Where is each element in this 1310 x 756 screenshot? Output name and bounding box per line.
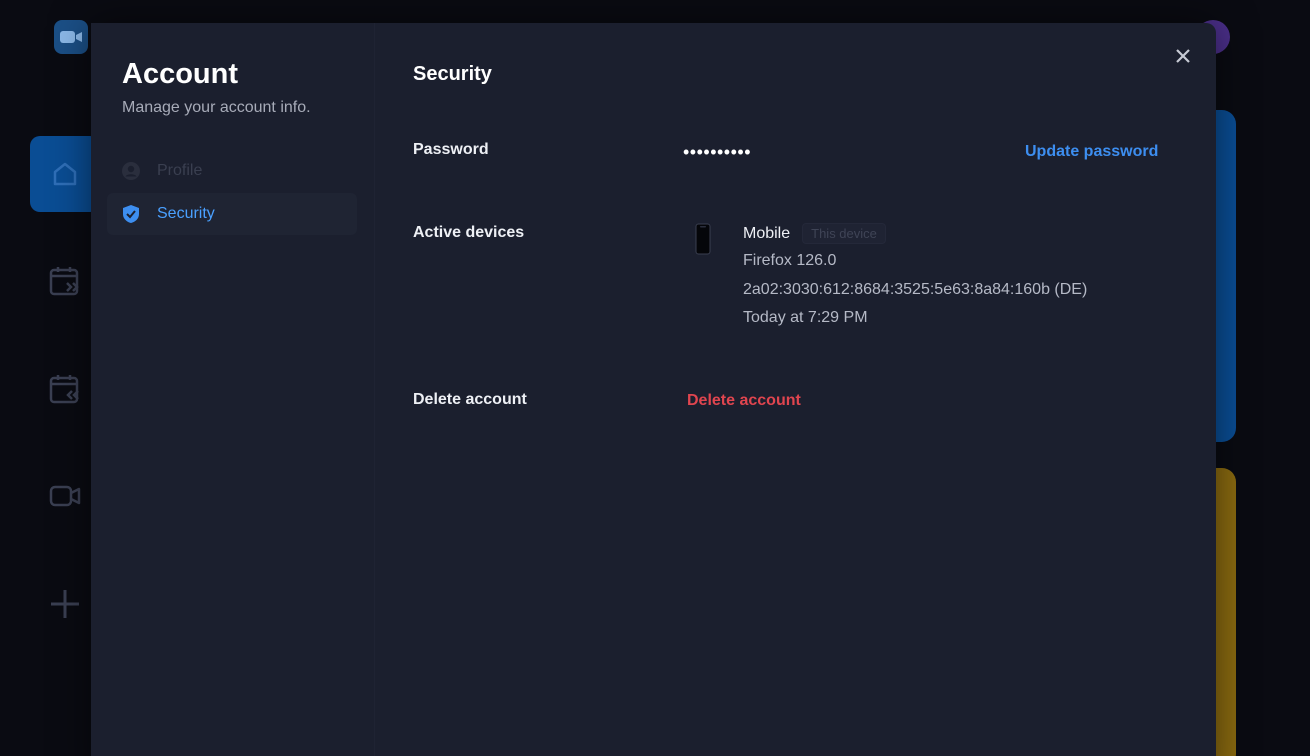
device-name: Mobile: [743, 224, 791, 242]
modal-sidebar: Account Manage your account info. Profil…: [91, 23, 375, 756]
sidebar-item-label: Security: [157, 205, 215, 222]
history-button[interactable]: [30, 351, 100, 427]
device-entry: Mobile This device: [743, 223, 886, 244]
update-password-button[interactable]: Update password: [1025, 143, 1158, 161]
home-icon: [53, 162, 77, 186]
delete-account-button[interactable]: Delete account: [687, 392, 801, 410]
calendar-upcoming-icon: [49, 267, 79, 296]
device-ip: 2a02:3030:612:8684:3525:5e63:8a84:160b (…: [743, 281, 1088, 298]
sidebar-item-profile[interactable]: Profile: [107, 150, 357, 192]
calendar-past-icon: [49, 375, 79, 404]
device-last-active: Today at 7:29 PM: [743, 309, 868, 326]
modal-subtitle: Manage your account info.: [122, 99, 311, 116]
user-circle-icon: [121, 161, 141, 181]
plus-icon: [51, 590, 79, 618]
home-button[interactable]: [30, 136, 100, 212]
recordings-button[interactable]: [30, 458, 100, 534]
active-devices-label: Active devices: [413, 224, 525, 241]
close-button[interactable]: [1171, 44, 1195, 68]
upcoming-button[interactable]: [30, 243, 100, 319]
sidebar-item-security[interactable]: Security: [107, 193, 357, 235]
sidebar-item-label: Profile: [157, 162, 203, 179]
shield-check-icon: [121, 204, 141, 224]
this-device-badge: This device: [802, 223, 886, 244]
close-icon: [1176, 49, 1190, 63]
video-camera-icon: [49, 485, 81, 507]
password-value: ••••••••••: [683, 142, 752, 162]
video-logo-icon: [60, 31, 82, 43]
delete-account-label: Delete account: [413, 391, 527, 408]
password-label: Password: [413, 141, 489, 158]
mobile-phone-icon: [695, 223, 711, 255]
section-title: Security: [413, 63, 492, 85]
new-button[interactable]: [30, 566, 100, 642]
device-browser: Firefox 126.0: [743, 252, 837, 269]
app-logo: [54, 20, 88, 54]
account-modal: Account Manage your account info. Profil…: [91, 23, 1216, 756]
modal-title: Account: [122, 58, 238, 90]
